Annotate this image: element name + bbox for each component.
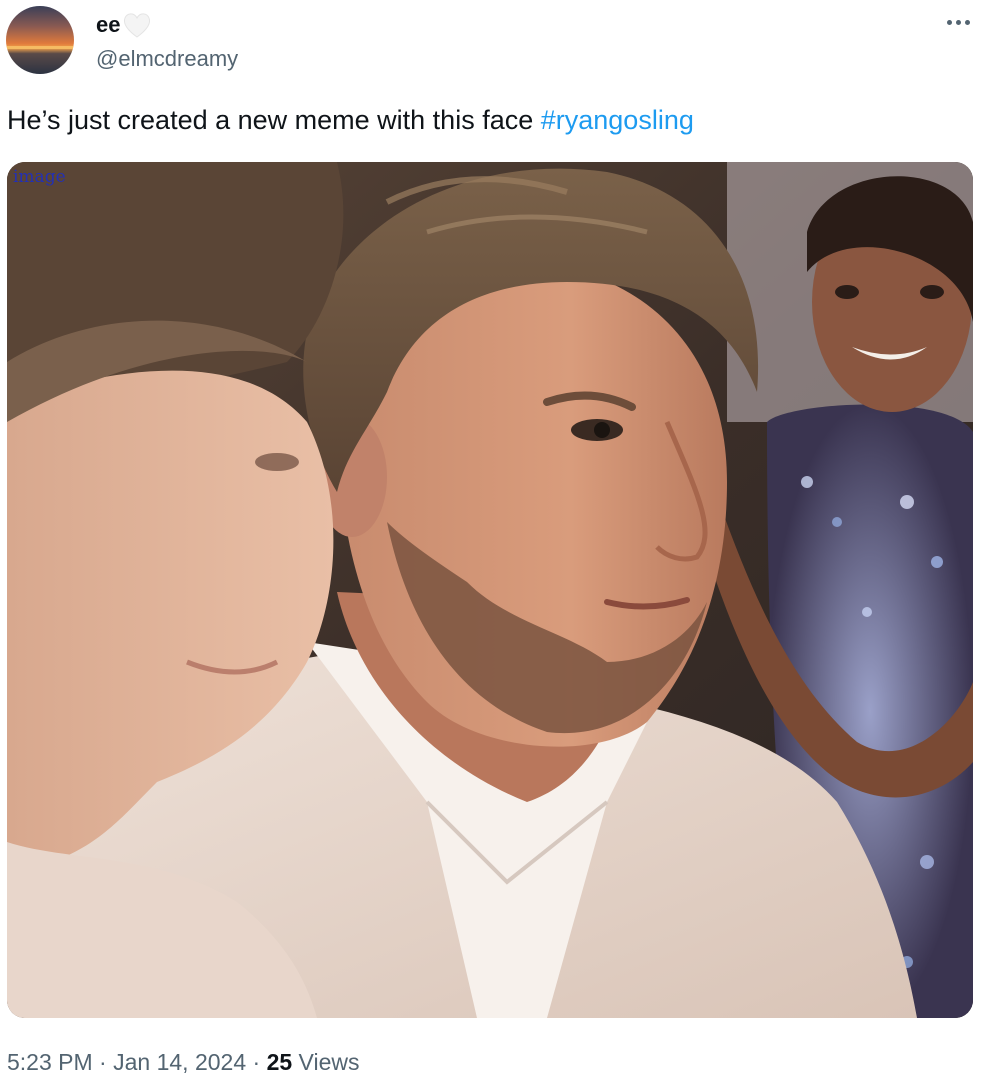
photo-illustration <box>7 162 973 1018</box>
views-label: Views <box>292 1049 360 1075</box>
views-count[interactable]: 25 <box>267 1049 293 1075</box>
tweet-meta: 5:23 PM · Jan 14, 2024 · 25 Views <box>7 1045 360 1079</box>
hashtag-link[interactable]: #ryangosling <box>541 105 694 135</box>
white-heart-icon <box>122 11 152 39</box>
user-handle[interactable]: @elmcdreamy <box>96 44 238 74</box>
tweet-text: He’s just created a new meme with this f… <box>7 101 694 139</box>
display-name-row[interactable]: ee <box>96 10 152 40</box>
meta-separator-2: · <box>252 1049 261 1075</box>
tweet-date[interactable]: Jan 14, 2024 <box>113 1049 246 1075</box>
more-options-icon[interactable] <box>940 8 976 36</box>
image-alt-label: image <box>13 167 66 187</box>
meta-separator: · <box>99 1049 107 1075</box>
tweet-time[interactable]: 5:23 PM <box>7 1049 93 1075</box>
tweet-body: He’s just created a new meme with this f… <box>7 105 541 135</box>
avatar[interactable] <box>6 6 74 74</box>
tweet-card: ee @elmcdreamy He’s just created a new m… <box>0 0 985 1080</box>
display-name[interactable]: ee <box>96 10 120 40</box>
tweet-media-image[interactable]: image <box>7 162 973 1018</box>
